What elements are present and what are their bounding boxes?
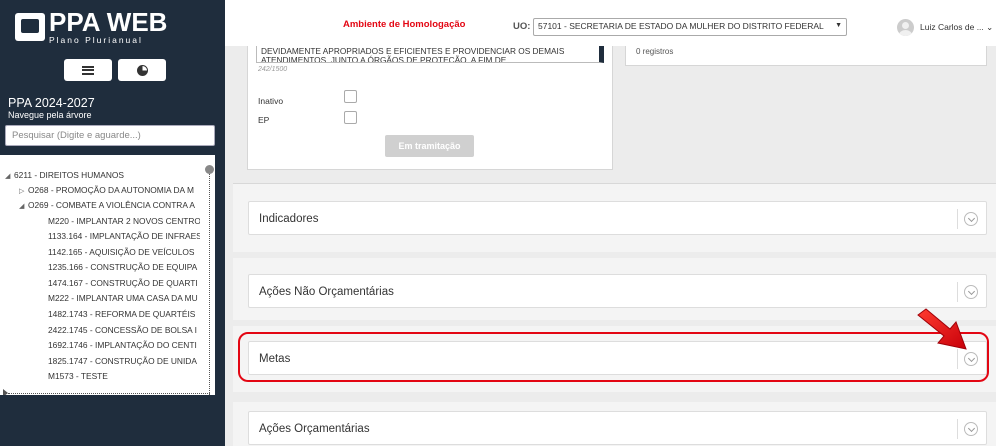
section-acoes-nao-orcamentarias-wrapper: Ações Não Orçamentárias	[233, 258, 996, 320]
section-title: Ações Não Orçamentárias	[259, 286, 394, 298]
ep-label: EP	[258, 115, 270, 125]
logo-title: PPA WEB	[49, 7, 168, 38]
tree-item-meta[interactable]: M222 - IMPLANTAR UMA CASA DA MU	[48, 293, 200, 303]
ep-checkbox[interactable]	[344, 111, 357, 124]
ppa-subtitle: Navegue pela árvore	[8, 110, 92, 120]
logo-subtitle: Plano Plurianual	[49, 35, 143, 46]
tree-item-label: 1142.165 - AQUISIÇÃO DE VEÍCULOS	[48, 247, 195, 257]
tree-item-action[interactable]: 2422.1745 - CONCESSÃO DE BOLSA I	[48, 325, 200, 335]
tree-search-input[interactable]	[5, 125, 215, 146]
section-indicadores-wrapper: Indicadores	[233, 184, 996, 252]
records-count: 0 registros	[636, 47, 674, 56]
environment-label: Ambiente de Homologação	[343, 19, 466, 30]
ppa-title: PPA 2024-2027	[8, 96, 95, 110]
tree-scrollbar-knob[interactable]	[205, 165, 214, 174]
uo-select[interactable]: 57101 - SECRETARIA DE ESTADO DA MULHER D…	[533, 18, 847, 36]
chevron-down-icon: ⌄	[986, 22, 994, 32]
scroll-left-icon[interactable]	[3, 389, 8, 395]
logo-icon	[15, 13, 45, 41]
em-tramitacao-button[interactable]: Em tramitação	[385, 135, 474, 157]
user-avatar[interactable]	[897, 19, 914, 36]
tree-item-label: 1825.1747 - CONSTRUÇÃO DE UNIDA	[48, 356, 197, 366]
tree-horizontal-scrollbar[interactable]	[8, 393, 210, 394]
tree-item-label: M1573 - TESTE	[48, 371, 108, 381]
inativo-label: Inativo	[258, 96, 284, 106]
char-counter: 242/1500	[258, 66, 288, 73]
tree-item-action[interactable]: 1142.165 - AQUISIÇÃO DE VEÍCULOS	[48, 247, 200, 257]
section-title: Ações Orçamentárias	[259, 423, 370, 435]
tree-item-label: 2422.1745 - CONCESSÃO DE BOLSA I	[48, 325, 197, 335]
tree-item-action[interactable]: 1825.1747 - CONSTRUÇÃO DE UNIDA	[48, 356, 200, 366]
section-acoes-orcamentarias[interactable]: Ações Orçamentárias	[248, 411, 987, 445]
description-textarea[interactable]: DEVIDAMENTE APROPRIADOS E EFICIENTES E P…	[256, 46, 604, 63]
user-menu[interactable]: Luiz Carlos de ... ⌄	[920, 22, 993, 33]
tree-item-label: M222 - IMPLANTAR UMA CASA DA MU	[48, 293, 198, 303]
uo-select-value: 57101 - SECRETARIA DE ESTADO DA MULHER D…	[538, 21, 824, 31]
expand-chevron-icon[interactable]	[964, 212, 978, 226]
expand-chevron-icon[interactable]	[964, 285, 978, 299]
tree-item-label: 1482.1743 - REFORMA DE QUARTÉIS	[48, 309, 196, 319]
tree-item-label: 6211 - DIREITOS HUMANOS	[14, 170, 124, 180]
tree-item-action[interactable]: 1235.166 - CONSTRUÇÃO DE EQUIPA	[48, 262, 200, 272]
tree-item-objective[interactable]: ▷ O268 - PROMOÇÃO DA AUTONOMIA DA M	[19, 185, 200, 195]
user-name: Luiz Carlos de ...	[920, 22, 984, 32]
tree-item-action[interactable]: 1482.1743 - REFORMA DE QUARTÉIS	[48, 309, 200, 319]
caret-down-icon: ▼	[835, 22, 842, 29]
tree-item-label: 1692.1746 - IMPLANTAÇÃO DO CENTI	[48, 340, 197, 350]
tree-item-action[interactable]: 1692.1746 - IMPLANTAÇÃO DO CENTI	[48, 340, 200, 350]
top-bar: Ambiente de Homologação UO: 57101 - SECR…	[225, 0, 996, 46]
tree-item-program[interactable]: ◢ 6211 - DIREITOS HUMANOS	[5, 170, 200, 180]
menu-toggle-button[interactable]	[64, 59, 112, 81]
tree-item-action[interactable]: 1474.167 - CONSTRUÇÃO DE QUARTI	[48, 278, 200, 288]
tree-item-label: O269 - COMBATE A VIOLÊNCIA CONTRA A	[28, 200, 195, 210]
chart-button[interactable]	[118, 59, 166, 81]
tree-item-label: 1474.167 - CONSTRUÇÃO DE QUARTI	[48, 278, 198, 288]
section-title: Indicadores	[259, 213, 319, 225]
collapse-arrow-icon[interactable]: ◢	[19, 202, 28, 210]
divider	[957, 209, 958, 229]
section-indicadores[interactable]: Indicadores	[248, 201, 987, 235]
expand-chevron-icon[interactable]	[964, 422, 978, 436]
tree-item-label: O268 - PROMOÇÃO DA AUTONOMIA DA M	[28, 185, 194, 195]
expand-arrow-icon[interactable]: ▷	[19, 187, 28, 195]
inativo-checkbox[interactable]	[344, 90, 357, 103]
section-acoes-nao-orcamentarias[interactable]: Ações Não Orçamentárias	[248, 274, 987, 308]
divider	[957, 419, 958, 439]
records-card: 0 registros	[625, 46, 987, 66]
divider	[957, 282, 958, 302]
sidebar: PPA WEB Plano Plurianual PPA 2024-2027 N…	[0, 0, 225, 446]
tree-item-action[interactable]: 1133.164 - IMPLANTAÇÃO DE INFRAES	[48, 231, 200, 241]
metas-highlight-box	[238, 332, 989, 382]
pie-chart-icon	[136, 64, 148, 76]
tree-scrollbar-track	[209, 169, 210, 395]
uo-label: UO:	[513, 21, 531, 32]
hamburger-icon	[82, 65, 94, 75]
form-card: DEVIDAMENTE APROPRIADOS E EFICIENTES E P…	[247, 46, 613, 170]
section-acoes-orcamentarias-wrapper: Ações Orçamentárias	[233, 402, 996, 446]
tree-item-meta[interactable]: M220 - IMPLANTAR 2 NOVOS CENTROS	[48, 216, 200, 226]
ppa-web-logo[interactable]: PPA WEB Plano Plurianual	[15, 7, 168, 46]
tree-item-label: M220 - IMPLANTAR 2 NOVOS CENTROS	[48, 216, 200, 226]
navigation-tree: ◢ 6211 - DIREITOS HUMANOS ▷ O268 - PROMOÇÃ…	[0, 155, 215, 395]
tree-item-objective[interactable]: ◢ O269 - COMBATE A VIOLÊNCIA CONTRA A	[19, 200, 200, 210]
collapse-arrow-icon[interactable]: ◢	[5, 172, 14, 180]
red-arrow-icon	[917, 308, 967, 350]
tree-item-label: 1235.166 - CONSTRUÇÃO DE EQUIPA	[48, 262, 198, 272]
tree-item-meta[interactable]: M1573 - TESTE	[48, 371, 200, 381]
tree-item-label: 1133.164 - IMPLANTAÇÃO DE INFRAES	[48, 231, 200, 241]
